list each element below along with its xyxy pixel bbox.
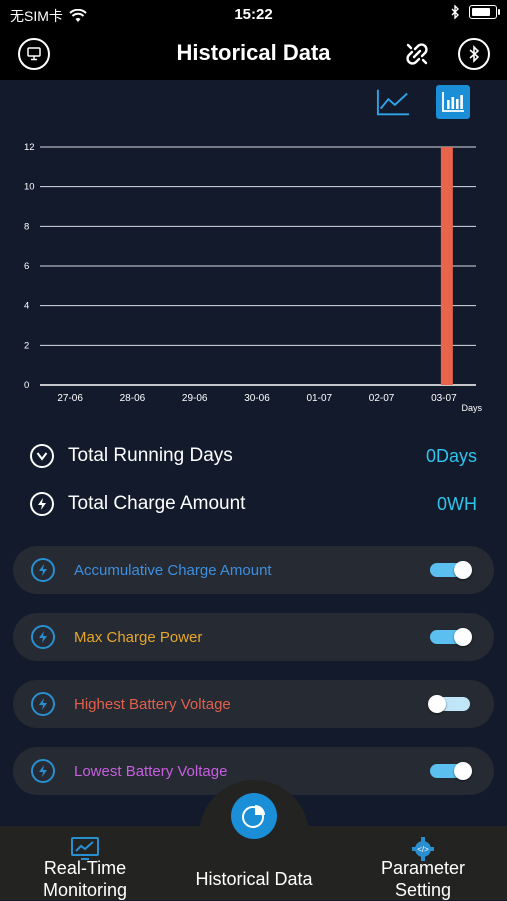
x-axis-label: Days (461, 403, 482, 413)
y-tick-label: 2 (24, 340, 29, 351)
x-tick-label: 29-06 (182, 393, 208, 404)
running-days-value: 0Days (425, 445, 477, 466)
bluetooth-icon[interactable] (458, 38, 490, 70)
charge-amount-row: Total Charge Amount 0WH (30, 489, 477, 519)
x-tick-label: 01-07 (306, 393, 332, 404)
bar-chart-toggle[interactable] (436, 85, 470, 119)
y-tick-label: 4 (24, 301, 29, 312)
toggle-switch[interactable] (430, 628, 472, 646)
historical-data-tab-button[interactable] (231, 793, 277, 839)
history-chart: 0 2 4 6 8 10 12 27-06 28-06 29-06 30-06 01-07 02-07 0… (0, 130, 507, 420)
y-tick-label: 0 (24, 380, 29, 391)
tab-settings-label: Parameter Setting (380, 858, 466, 900)
battery-icon (469, 5, 500, 19)
y-tick-label: 12 (24, 142, 35, 153)
tab-historical-label: Historical Data (195, 869, 313, 889)
toggle-label: Lowest Battery Voltage (74, 762, 228, 780)
toggle-row-highest-battery-voltage: Highest Battery Voltage (13, 680, 494, 728)
lightning-icon (31, 759, 55, 783)
switch-knob (454, 762, 472, 780)
tab-historical-data[interactable]: Historical Data (178, 868, 330, 890)
toggle-label: Max Charge Power (74, 628, 203, 646)
nav-bar: Historical Data (0, 30, 507, 80)
charge-amount-value: 0WH (437, 493, 477, 514)
tab-realtime-label: Real-Time Monitoring (42, 858, 128, 900)
link-icon[interactable] (403, 40, 431, 68)
x-tick-label: 02-07 (369, 393, 395, 404)
y-tick-label: 10 (24, 182, 35, 193)
x-tick-label: 03-07 (431, 393, 457, 404)
lightning-icon (31, 692, 55, 716)
running-days-row: Total Running Days 0Days (30, 441, 477, 471)
status-bar: 无SIM卡 15:22 (0, 0, 507, 30)
lightning-icon (31, 625, 55, 649)
pie-chart-icon (242, 805, 265, 828)
y-tick-label: 6 (24, 261, 29, 272)
svg-text:</>: </> (417, 845, 429, 854)
charge-amount-label: Total Charge Amount (68, 493, 246, 514)
lightning-icon (31, 558, 55, 582)
toggle-label: Accumulative Charge Amount (74, 561, 272, 579)
lightning-icon (30, 492, 54, 516)
toggle-switch[interactable] (430, 561, 472, 579)
toggle-row-accumulative-charge: Accumulative Charge Amount (13, 546, 494, 594)
toggle-switch[interactable] (428, 695, 470, 713)
x-tick-label: 27-06 (57, 393, 83, 404)
toggle-row-max-charge-power: Max Charge Power (13, 613, 494, 661)
line-chart-icon (376, 89, 410, 116)
line-chart-toggle[interactable] (376, 85, 410, 119)
bluetooth-status-icon (451, 5, 459, 19)
toggle-switch[interactable] (430, 762, 472, 780)
x-tick-label: 28-06 (120, 393, 146, 404)
checkmark-down-icon (30, 444, 54, 468)
toggle-label: Highest Battery Voltage (74, 695, 231, 713)
y-tick-label: 8 (24, 221, 29, 232)
bar-chart-icon (442, 92, 464, 112)
x-tick-label: 30-06 (244, 393, 270, 404)
running-days-label: Total Running Days (68, 445, 233, 466)
status-time: 15:22 (234, 6, 273, 23)
switch-knob (454, 628, 472, 646)
chart-svg: 0 2 4 6 8 10 12 27-06 28-06 29-06 30-06 01-07 02-07 0… (24, 142, 482, 413)
switch-knob (428, 695, 446, 713)
switch-knob (454, 561, 472, 579)
chart-bar (440, 147, 453, 385)
battery-fill (472, 8, 490, 16)
